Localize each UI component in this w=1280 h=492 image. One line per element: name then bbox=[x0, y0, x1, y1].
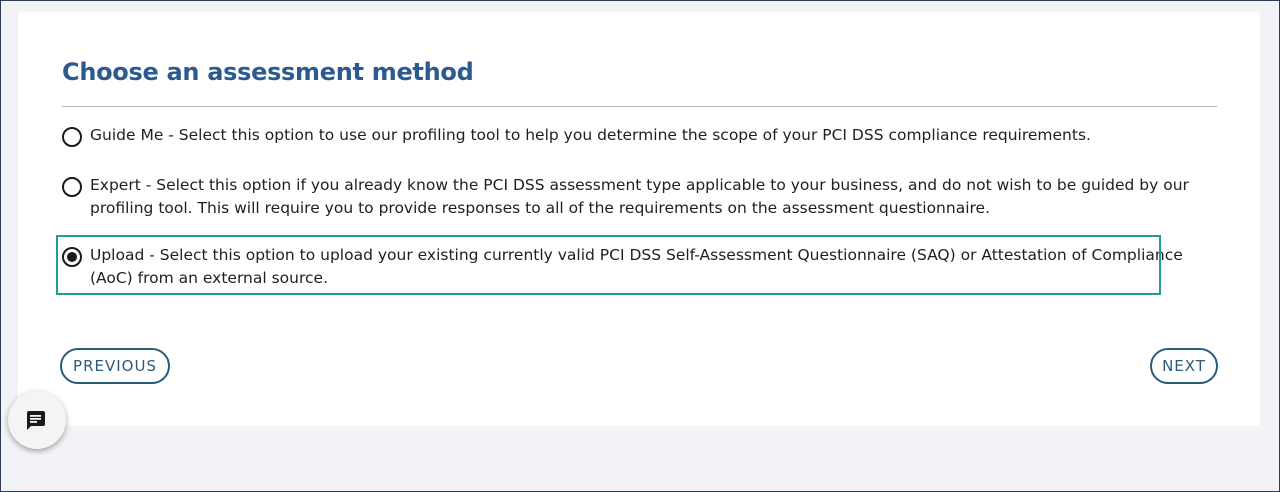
option-label-guide-me: Guide Me - Select this option to use our… bbox=[90, 126, 1091, 144]
radio-upload[interactable] bbox=[62, 247, 82, 267]
previous-button[interactable]: PREVIOUS bbox=[60, 348, 170, 384]
next-button[interactable]: NEXT bbox=[1150, 348, 1218, 384]
radio-expert[interactable] bbox=[62, 177, 82, 197]
chat-widget-button[interactable] bbox=[8, 391, 66, 449]
radio-guide-me[interactable] bbox=[62, 127, 82, 147]
title-divider bbox=[62, 106, 1217, 107]
page-title: Choose an assessment method bbox=[62, 58, 474, 86]
chat-bubble-icon bbox=[27, 411, 45, 430]
option-upload[interactable]: Upload - Select this option to upload yo… bbox=[62, 244, 1220, 290]
option-guide-me[interactable]: Guide Me - Select this option to use our… bbox=[62, 124, 1220, 147]
option-expert[interactable]: Expert - Select this option if you alrea… bbox=[62, 174, 1220, 220]
option-label-expert: Expert - Select this option if you alrea… bbox=[90, 176, 1189, 217]
option-label-upload: Upload - Select this option to upload yo… bbox=[90, 246, 1183, 287]
assessment-method-card: Choose an assessment method Guide Me - S… bbox=[18, 12, 1260, 426]
